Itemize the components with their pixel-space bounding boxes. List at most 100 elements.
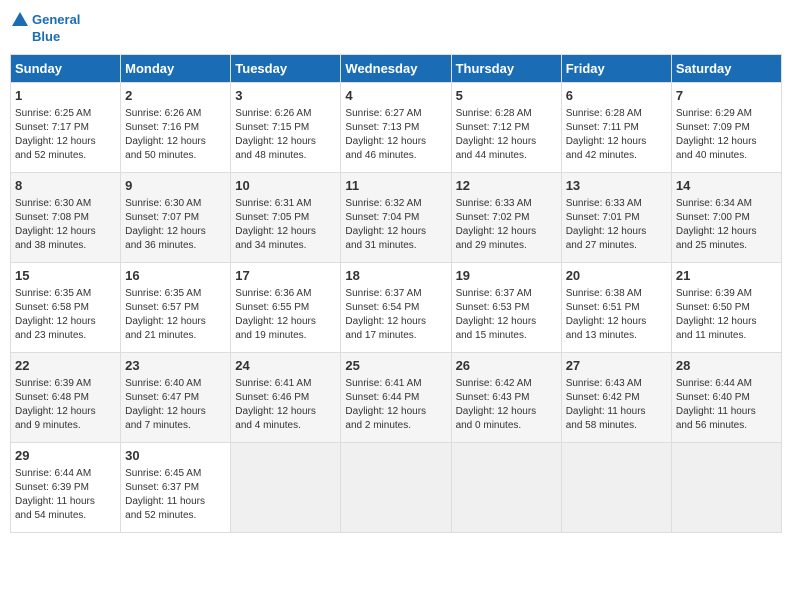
logo-line2: Blue [32, 30, 60, 44]
day-info-line: Sunset: 6:57 PM [125, 301, 226, 315]
day-info-line: Sunset: 7:08 PM [15, 211, 116, 225]
day-info-line: Sunrise: 6:35 AM [125, 287, 226, 301]
calendar-cell: 28Sunrise: 6:44 AMSunset: 6:40 PMDayligh… [671, 353, 781, 443]
day-info-line: Sunset: 7:12 PM [456, 121, 557, 135]
day-number: 15 [15, 267, 116, 285]
day-number: 1 [15, 87, 116, 105]
day-info-line: Sunset: 6:47 PM [125, 391, 226, 405]
logo-triangle-icon [10, 10, 30, 30]
day-info-line: Daylight: 11 hours [125, 495, 226, 509]
day-info-line: Sunset: 7:04 PM [345, 211, 446, 225]
day-number: 4 [345, 87, 446, 105]
day-number: 10 [235, 177, 336, 195]
day-info-line: Sunrise: 6:26 AM [125, 107, 226, 121]
calendar-cell [341, 443, 451, 533]
calendar-cell: 18Sunrise: 6:37 AMSunset: 6:54 PMDayligh… [341, 263, 451, 353]
day-info-line: Sunset: 7:02 PM [456, 211, 557, 225]
weekday-header-friday: Friday [561, 55, 671, 83]
calendar-cell: 26Sunrise: 6:42 AMSunset: 6:43 PMDayligh… [451, 353, 561, 443]
day-number: 16 [125, 267, 226, 285]
day-info-line: Sunrise: 6:41 AM [235, 377, 336, 391]
day-info-line: Daylight: 12 hours [345, 405, 446, 419]
day-info-line: Sunset: 6:42 PM [566, 391, 667, 405]
day-info-line: and 34 minutes. [235, 239, 336, 253]
calendar-cell [451, 443, 561, 533]
day-number: 28 [676, 357, 777, 375]
day-number: 5 [456, 87, 557, 105]
day-info-line: and 17 minutes. [345, 329, 446, 343]
calendar-cell [231, 443, 341, 533]
day-info-line: Sunset: 6:40 PM [676, 391, 777, 405]
day-info-line: Sunset: 6:51 PM [566, 301, 667, 315]
day-info-line: Daylight: 12 hours [456, 225, 557, 239]
day-info-line: Sunrise: 6:42 AM [456, 377, 557, 391]
day-info-line: Daylight: 12 hours [15, 135, 116, 149]
day-info-line: Sunset: 6:44 PM [345, 391, 446, 405]
day-number: 12 [456, 177, 557, 195]
day-info-line: Sunset: 7:05 PM [235, 211, 336, 225]
day-info-line: Sunset: 7:11 PM [566, 121, 667, 135]
day-info-line: Sunrise: 6:29 AM [676, 107, 777, 121]
day-info-line: Sunrise: 6:36 AM [235, 287, 336, 301]
calendar-cell: 11Sunrise: 6:32 AMSunset: 7:04 PMDayligh… [341, 173, 451, 263]
day-info-line: Sunrise: 6:40 AM [125, 377, 226, 391]
day-number: 26 [456, 357, 557, 375]
day-number: 11 [345, 177, 446, 195]
day-info-line: Sunset: 6:43 PM [456, 391, 557, 405]
day-info-line: Daylight: 12 hours [345, 315, 446, 329]
day-info-line: Sunrise: 6:45 AM [125, 467, 226, 481]
day-number: 9 [125, 177, 226, 195]
day-number: 21 [676, 267, 777, 285]
day-info-line: and 15 minutes. [456, 329, 557, 343]
day-info-line: and 52 minutes. [125, 509, 226, 523]
day-info-line: Sunrise: 6:38 AM [566, 287, 667, 301]
calendar-cell: 20Sunrise: 6:38 AMSunset: 6:51 PMDayligh… [561, 263, 671, 353]
day-info-line: Sunrise: 6:27 AM [345, 107, 446, 121]
week-row-1: 1Sunrise: 6:25 AMSunset: 7:17 PMDaylight… [11, 83, 782, 173]
weekday-header-thursday: Thursday [451, 55, 561, 83]
day-info-line: Sunset: 7:07 PM [125, 211, 226, 225]
day-info-line: and 2 minutes. [345, 419, 446, 433]
logo-text-block: General Blue [10, 10, 80, 44]
calendar-cell: 10Sunrise: 6:31 AMSunset: 7:05 PMDayligh… [231, 173, 341, 263]
day-info-line: and 50 minutes. [125, 149, 226, 163]
calendar-cell: 23Sunrise: 6:40 AMSunset: 6:47 PMDayligh… [121, 353, 231, 443]
day-info-line: Sunrise: 6:37 AM [345, 287, 446, 301]
day-info-line: Sunset: 6:50 PM [676, 301, 777, 315]
day-info-line: and 40 minutes. [676, 149, 777, 163]
calendar-cell: 8Sunrise: 6:30 AMSunset: 7:08 PMDaylight… [11, 173, 121, 263]
calendar-cell: 15Sunrise: 6:35 AMSunset: 6:58 PMDayligh… [11, 263, 121, 353]
week-row-2: 8Sunrise: 6:30 AMSunset: 7:08 PMDaylight… [11, 173, 782, 263]
page-header: General Blue [10, 10, 782, 44]
calendar-cell: 2Sunrise: 6:26 AMSunset: 7:16 PMDaylight… [121, 83, 231, 173]
calendar-cell [671, 443, 781, 533]
calendar-cell: 13Sunrise: 6:33 AMSunset: 7:01 PMDayligh… [561, 173, 671, 263]
day-info-line: Sunrise: 6:43 AM [566, 377, 667, 391]
logo-line1: General [32, 13, 80, 27]
day-info-line: Sunset: 7:09 PM [676, 121, 777, 135]
day-info-line: Sunrise: 6:39 AM [15, 377, 116, 391]
calendar-cell: 17Sunrise: 6:36 AMSunset: 6:55 PMDayligh… [231, 263, 341, 353]
day-info-line: Daylight: 12 hours [456, 315, 557, 329]
day-info-line: Sunrise: 6:41 AM [345, 377, 446, 391]
day-info-line: Sunset: 7:13 PM [345, 121, 446, 135]
day-info-line: Daylight: 12 hours [566, 135, 667, 149]
day-info-line: Sunset: 7:01 PM [566, 211, 667, 225]
day-info-line: and 46 minutes. [345, 149, 446, 163]
day-number: 29 [15, 447, 116, 465]
calendar-cell: 21Sunrise: 6:39 AMSunset: 6:50 PMDayligh… [671, 263, 781, 353]
day-info-line: and 27 minutes. [566, 239, 667, 253]
day-info-line: Daylight: 12 hours [125, 405, 226, 419]
day-number: 17 [235, 267, 336, 285]
day-info-line: Sunset: 7:00 PM [676, 211, 777, 225]
day-number: 20 [566, 267, 667, 285]
day-info-line: Daylight: 12 hours [235, 225, 336, 239]
day-number: 27 [566, 357, 667, 375]
day-info-line: and 56 minutes. [676, 419, 777, 433]
day-info-line: Sunset: 7:15 PM [235, 121, 336, 135]
day-info-line: Daylight: 12 hours [125, 225, 226, 239]
day-info-line: Sunrise: 6:28 AM [566, 107, 667, 121]
day-info-line: and 52 minutes. [15, 149, 116, 163]
day-info-line: Sunrise: 6:35 AM [15, 287, 116, 301]
day-info-line: Daylight: 12 hours [345, 135, 446, 149]
